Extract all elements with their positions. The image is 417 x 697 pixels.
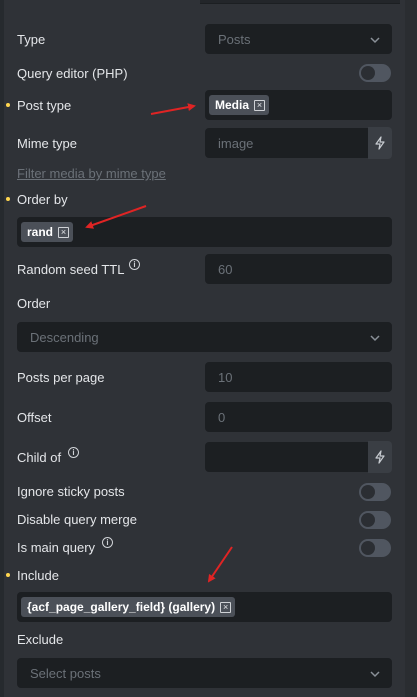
annotation-arrow — [207, 546, 233, 583]
annotation-layer — [85, 103, 233, 583]
annotation-arrow — [85, 205, 147, 229]
annotation-arrow — [150, 103, 196, 115]
